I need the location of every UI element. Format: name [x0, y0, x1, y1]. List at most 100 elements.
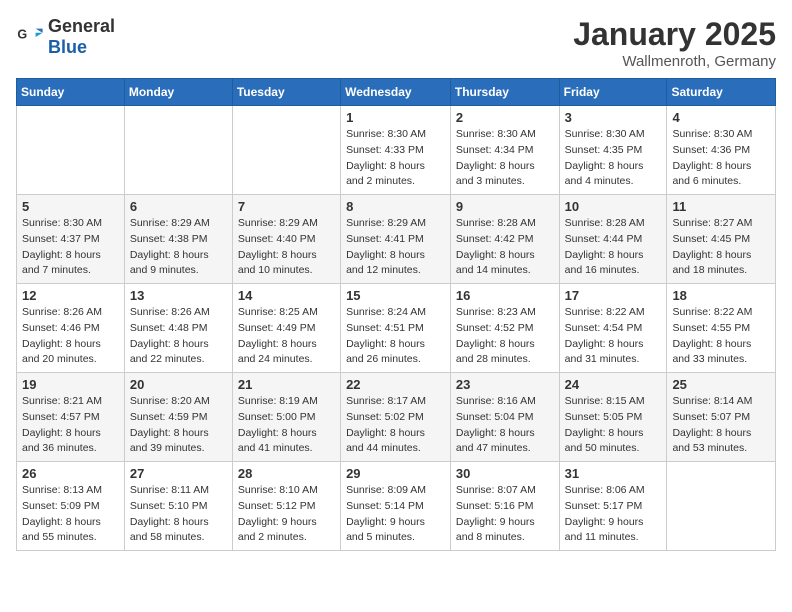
day-number: 22	[346, 377, 445, 392]
day-info: Sunrise: 8:15 AM Sunset: 5:05 PM Dayligh…	[565, 394, 662, 457]
svg-text:G: G	[17, 27, 27, 41]
weekday-header: Friday	[559, 79, 667, 106]
day-info: Sunrise: 8:26 AM Sunset: 4:48 PM Dayligh…	[130, 305, 227, 368]
calendar-cell: 13 Sunrise: 8:26 AM Sunset: 4:48 PM Dayli…	[124, 284, 232, 373]
day-info: Sunrise: 8:22 AM Sunset: 4:54 PM Dayligh…	[565, 305, 662, 368]
calendar-cell: 1 Sunrise: 8:30 AM Sunset: 4:33 PM Daylig…	[341, 106, 451, 195]
calendar-cell: 30Sunrise: 8:07 AM Sunset: 5:16 PM Dayli…	[450, 462, 559, 551]
calendar-week-row: 26 Sunrise: 8:13 AM Sunset: 5:09 PM Dayli…	[17, 462, 776, 551]
day-number: 26	[22, 466, 119, 481]
calendar-cell: 24 Sunrise: 8:15 AM Sunset: 5:05 PM Dayli…	[559, 373, 667, 462]
calendar-cell: 17 Sunrise: 8:22 AM Sunset: 4:54 PM Dayli…	[559, 284, 667, 373]
day-info: Sunrise: 8:23 AM Sunset: 4:52 PM Dayligh…	[456, 305, 554, 368]
location: Wallmenroth, Germany	[573, 53, 776, 70]
calendar-cell: 28 Sunrise: 8:10 AM Sunset: 5:12 PM Dayli…	[232, 462, 340, 551]
day-number: 16	[456, 288, 554, 303]
calendar-cell	[232, 106, 340, 195]
calendar-cell: 25Sunrise: 8:14 AM Sunset: 5:07 PM Dayli…	[667, 373, 776, 462]
day-info: Sunrise: 8:06 AM Sunset: 5:17 PM Dayligh…	[565, 483, 662, 546]
day-number: 11	[672, 199, 770, 214]
day-number: 21	[238, 377, 335, 392]
logo: G General Blue	[16, 16, 115, 58]
day-info: Sunrise: 8:22 AM Sunset: 4:55 PM Dayligh…	[672, 305, 770, 368]
day-info: Sunrise: 8:10 AM Sunset: 5:12 PM Dayligh…	[238, 483, 335, 546]
calendar-cell: 12 Sunrise: 8:26 AM Sunset: 4:46 PM Dayli…	[17, 284, 125, 373]
day-info: Sunrise: 8:16 AM Sunset: 5:04 PM Dayligh…	[456, 394, 554, 457]
calendar-body: 1 Sunrise: 8:30 AM Sunset: 4:33 PM Daylig…	[17, 106, 776, 551]
day-number: 6	[130, 199, 227, 214]
day-number: 25	[672, 377, 770, 392]
day-info: Sunrise: 8:28 AM Sunset: 4:44 PM Dayligh…	[565, 216, 662, 279]
weekday-header: Saturday	[667, 79, 776, 106]
day-number: 10	[565, 199, 662, 214]
day-info: Sunrise: 8:24 AM Sunset: 4:51 PM Dayligh…	[346, 305, 445, 368]
day-number: 13	[130, 288, 227, 303]
calendar-cell: 29 Sunrise: 8:09 AM Sunset: 5:14 PM Dayli…	[341, 462, 451, 551]
day-number: 7	[238, 199, 335, 214]
day-number: 20	[130, 377, 227, 392]
day-number: 30	[456, 466, 554, 481]
calendar-cell: 3Sunrise: 8:30 AM Sunset: 4:35 PM Daylig…	[559, 106, 667, 195]
calendar-week-row: 1 Sunrise: 8:30 AM Sunset: 4:33 PM Daylig…	[17, 106, 776, 195]
calendar-table: SundayMondayTuesdayWednesdayThursdayFrid…	[16, 78, 776, 551]
month-title: January 2025	[573, 16, 776, 53]
weekday-header: Sunday	[17, 79, 125, 106]
calendar-cell: 21 Sunrise: 8:19 AM Sunset: 5:00 PM Dayli…	[232, 373, 340, 462]
calendar-cell: 31Sunrise: 8:06 AM Sunset: 5:17 PM Dayli…	[559, 462, 667, 551]
day-info: Sunrise: 8:29 AM Sunset: 4:40 PM Dayligh…	[238, 216, 335, 279]
calendar-cell: 15 Sunrise: 8:24 AM Sunset: 4:51 PM Dayli…	[341, 284, 451, 373]
day-number: 1	[346, 110, 445, 125]
calendar-cell: 5 Sunrise: 8:30 AM Sunset: 4:37 PM Daylig…	[17, 195, 125, 284]
day-number: 14	[238, 288, 335, 303]
weekday-header: Tuesday	[232, 79, 340, 106]
logo-blue: Blue	[48, 37, 87, 57]
calendar-cell: 11 Sunrise: 8:27 AM Sunset: 4:45 PM Dayli…	[667, 195, 776, 284]
calendar-cell: 27Sunrise: 8:11 AM Sunset: 5:10 PM Dayli…	[124, 462, 232, 551]
day-number: 17	[565, 288, 662, 303]
day-info: Sunrise: 8:09 AM Sunset: 5:14 PM Dayligh…	[346, 483, 445, 546]
calendar-cell: 19 Sunrise: 8:21 AM Sunset: 4:57 PM Dayli…	[17, 373, 125, 462]
day-number: 28	[238, 466, 335, 481]
day-number: 24	[565, 377, 662, 392]
page-header: G General Blue January 2025 Wallmenroth,…	[16, 16, 776, 70]
day-number: 8	[346, 199, 445, 214]
day-number: 2	[456, 110, 554, 125]
day-info: Sunrise: 8:26 AM Sunset: 4:46 PM Dayligh…	[22, 305, 119, 368]
logo-icon: G	[16, 23, 44, 51]
calendar-cell: 6 Sunrise: 8:29 AM Sunset: 4:38 PM Daylig…	[124, 195, 232, 284]
calendar-cell: 8Sunrise: 8:29 AM Sunset: 4:41 PM Daylig…	[341, 195, 451, 284]
day-info: Sunrise: 8:19 AM Sunset: 5:00 PM Dayligh…	[238, 394, 335, 457]
day-info: Sunrise: 8:30 AM Sunset: 4:33 PM Dayligh…	[346, 127, 445, 190]
calendar-cell: 4Sunrise: 8:30 AM Sunset: 4:36 PM Daylig…	[667, 106, 776, 195]
calendar-cell: 18 Sunrise: 8:22 AM Sunset: 4:55 PM Dayli…	[667, 284, 776, 373]
calendar-cell: 20Sunrise: 8:20 AM Sunset: 4:59 PM Dayli…	[124, 373, 232, 462]
day-info: Sunrise: 8:27 AM Sunset: 4:45 PM Dayligh…	[672, 216, 770, 279]
weekday-header: Wednesday	[341, 79, 451, 106]
weekday-header: Monday	[124, 79, 232, 106]
day-number: 5	[22, 199, 119, 214]
calendar-cell: 26 Sunrise: 8:13 AM Sunset: 5:09 PM Dayli…	[17, 462, 125, 551]
day-number: 19	[22, 377, 119, 392]
day-info: Sunrise: 8:29 AM Sunset: 4:38 PM Dayligh…	[130, 216, 227, 279]
day-number: 12	[22, 288, 119, 303]
day-number: 29	[346, 466, 445, 481]
calendar-week-row: 12 Sunrise: 8:26 AM Sunset: 4:46 PM Dayli…	[17, 284, 776, 373]
day-info: Sunrise: 8:13 AM Sunset: 5:09 PM Dayligh…	[22, 483, 119, 546]
day-info: Sunrise: 8:11 AM Sunset: 5:10 PM Dayligh…	[130, 483, 227, 546]
calendar-cell	[124, 106, 232, 195]
calendar-week-row: 19 Sunrise: 8:21 AM Sunset: 4:57 PM Dayli…	[17, 373, 776, 462]
calendar-cell: 2Sunrise: 8:30 AM Sunset: 4:34 PM Daylig…	[450, 106, 559, 195]
day-info: Sunrise: 8:30 AM Sunset: 4:35 PM Dayligh…	[565, 127, 662, 190]
day-info: Sunrise: 8:30 AM Sunset: 4:37 PM Dayligh…	[22, 216, 119, 279]
logo-general: General	[48, 16, 115, 36]
day-info: Sunrise: 8:30 AM Sunset: 4:36 PM Dayligh…	[672, 127, 770, 190]
calendar-cell	[667, 462, 776, 551]
weekday-header: Thursday	[450, 79, 559, 106]
calendar-cell: 7 Sunrise: 8:29 AM Sunset: 4:40 PM Daylig…	[232, 195, 340, 284]
day-number: 18	[672, 288, 770, 303]
day-info: Sunrise: 8:21 AM Sunset: 4:57 PM Dayligh…	[22, 394, 119, 457]
day-number: 15	[346, 288, 445, 303]
calendar-header: SundayMondayTuesdayWednesdayThursdayFrid…	[17, 79, 776, 106]
calendar-cell: 22Sunrise: 8:17 AM Sunset: 5:02 PM Dayli…	[341, 373, 451, 462]
calendar-cell: 10 Sunrise: 8:28 AM Sunset: 4:44 PM Dayli…	[559, 195, 667, 284]
